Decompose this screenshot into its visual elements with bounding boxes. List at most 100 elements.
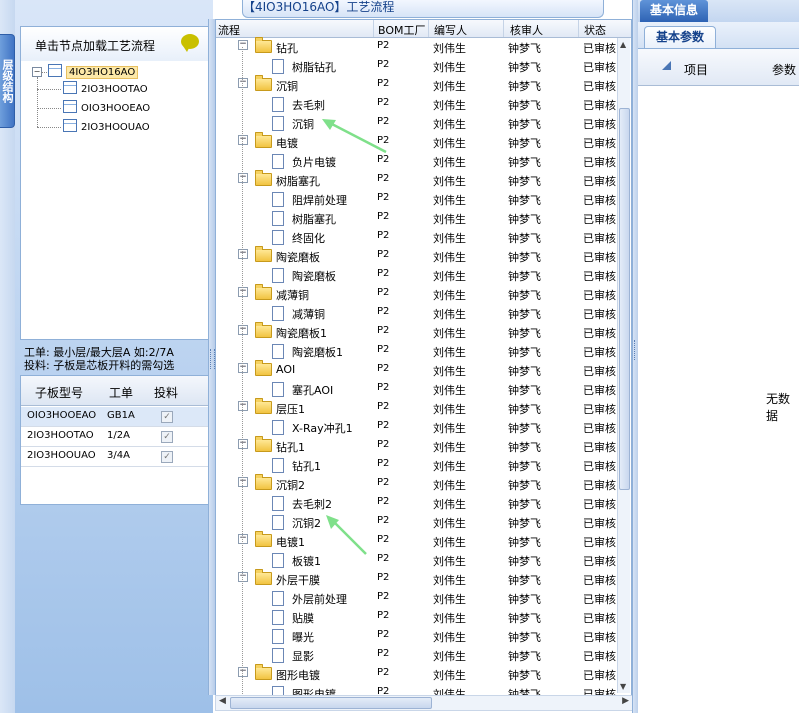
process-group-row[interactable]: − AOI P2 刘伟生 钟梦飞 已审核 — [216, 360, 619, 380]
horizontal-scrollbar[interactable]: ◀ ▶ — [215, 695, 633, 711]
tree-collapse-toggle[interactable]: − — [238, 667, 248, 677]
document-icon — [272, 515, 284, 530]
table-row[interactable]: 2IO3HOOTAO 1/2A ✓ — [21, 427, 210, 447]
col-feed[interactable]: 投料 — [154, 384, 178, 401]
tree-collapse-toggle[interactable]: − — [238, 401, 248, 411]
process-step-row[interactable]: 贴膜 P2 刘伟生 钟梦飞 已审核 — [216, 608, 619, 627]
table-row[interactable]: 2IO3HOOUAO 3/4A ✓ — [21, 447, 210, 467]
tree-collapse-toggle[interactable]: − — [238, 572, 248, 582]
tree-node-child[interactable]: OIO3HOOEAO — [63, 100, 150, 116]
process-group-row[interactable]: − 层压1 P2 刘伟生 钟梦飞 已审核 — [216, 398, 619, 418]
col-status[interactable]: 状态 — [584, 22, 606, 38]
tree-collapse-toggle[interactable]: − — [238, 363, 248, 373]
process-step-row[interactable]: 显影 P2 刘伟生 钟梦飞 已审核 — [216, 646, 619, 665]
scroll-down-icon[interactable]: ▼ — [620, 682, 626, 691]
process-group-row[interactable]: − 减薄铜 P2 刘伟生 钟梦飞 已审核 — [216, 284, 619, 304]
process-step-row[interactable]: 板镀1 P2 刘伟生 钟梦飞 已审核 — [216, 551, 619, 570]
process-step-row[interactable]: 沉铜 P2 刘伟生 钟梦飞 已审核 — [216, 114, 619, 133]
process-group-row[interactable]: − 树脂塞孔 P2 刘伟生 钟梦飞 已审核 — [216, 170, 619, 190]
process-group-row[interactable]: − 沉铜2 P2 刘伟生 钟梦飞 已审核 — [216, 474, 619, 494]
scroll-left-icon[interactable]: ◀ — [219, 696, 226, 706]
vertical-scrollbar[interactable]: ▲ ▼ — [617, 38, 630, 693]
tree-collapse-toggle[interactable]: − — [238, 439, 248, 449]
writer: 刘伟生 — [433, 137, 466, 150]
tree-collapse-toggle[interactable]: − — [238, 325, 248, 335]
status: 已审核 — [583, 403, 616, 416]
feed-checkbox[interactable]: ✓ — [161, 431, 173, 443]
process-step-row[interactable]: X-Ray冲孔1 P2 刘伟生 钟梦飞 已审核 — [216, 418, 619, 437]
reviewer: 钟梦飞 — [508, 251, 541, 264]
reviewer: 钟梦飞 — [508, 422, 541, 435]
table-row[interactable]: OIO3HOOEAO GB1A ✓ — [21, 407, 210, 427]
process-group-row[interactable]: − 钻孔 P2 刘伟生 钟梦飞 已审核 — [216, 37, 619, 57]
process-group-row[interactable]: − 陶瓷磨板1 P2 刘伟生 钟梦飞 已审核 — [216, 322, 619, 342]
bom-factory: P2 — [377, 306, 390, 317]
tree-collapse-toggle[interactable]: − — [238, 173, 248, 183]
tree-collapse-toggle[interactable]: − — [238, 287, 248, 297]
col-bom-factory[interactable]: BOM工厂 — [378, 22, 426, 38]
process-step-row[interactable]: 陶瓷磨板1 P2 刘伟生 钟梦飞 已审核 — [216, 342, 619, 361]
process-name: 树脂钻孔 — [292, 61, 336, 74]
tree-collapse-toggle[interactable]: − — [238, 534, 248, 544]
process-group-row[interactable]: − 电镀1 P2 刘伟生 钟梦飞 已审核 — [216, 531, 619, 551]
writer: 刘伟生 — [433, 346, 466, 359]
process-name: 板镀1 — [292, 555, 321, 568]
tab-basic-params[interactable]: 基本参数 — [644, 26, 716, 48]
bom-factory: P2 — [377, 268, 390, 279]
process-name: 减薄铜 — [276, 289, 309, 302]
scroll-thumb[interactable] — [619, 108, 630, 490]
process-group-row[interactable]: − 外层干膜 P2 刘伟生 钟梦飞 已审核 — [216, 569, 619, 589]
writer: 刘伟生 — [433, 650, 466, 663]
tab-hierarchy[interactable]: 层级结构 — [0, 34, 15, 128]
tree-node-root[interactable]: 4IO3HO16AO — [48, 64, 139, 80]
process-step-row[interactable]: 曝光 P2 刘伟生 钟梦飞 已审核 — [216, 627, 619, 646]
process-step-row[interactable]: 钻孔1 P2 刘伟生 钟梦飞 已审核 — [216, 456, 619, 475]
tree-node-child[interactable]: 2IO3HOOTAO — [63, 81, 148, 97]
document-icon — [272, 420, 284, 435]
tree-collapse-toggle[interactable]: − — [238, 477, 248, 487]
process-step-row[interactable]: 终固化 P2 刘伟生 钟梦飞 已审核 — [216, 228, 619, 247]
process-step-row[interactable]: 树脂钻孔 P2 刘伟生 钟梦飞 已审核 — [216, 57, 619, 76]
process-group-row[interactable]: − 电镀 P2 刘伟生 钟梦飞 已审核 — [216, 132, 619, 152]
tree-collapse-toggle[interactable]: − — [238, 135, 248, 145]
tree-collapse-toggle[interactable]: − — [238, 40, 248, 50]
h-scroll-thumb[interactable] — [230, 697, 432, 709]
process-step-row[interactable]: 外层前处理 P2 刘伟生 钟梦飞 已审核 — [216, 589, 619, 608]
process-step-row[interactable]: 陶瓷磨板 P2 刘伟生 钟梦飞 已审核 — [216, 266, 619, 285]
process-group-row[interactable]: − 沉铜 P2 刘伟生 钟梦飞 已审核 — [216, 75, 619, 95]
scroll-right-icon[interactable]: ▶ — [622, 696, 629, 706]
tree-collapse-toggle[interactable]: − — [238, 78, 248, 88]
status: 已审核 — [583, 669, 616, 682]
process-step-row[interactable]: 减薄铜 P2 刘伟生 钟梦飞 已审核 — [216, 304, 619, 323]
process-name: 电镀 — [276, 137, 298, 150]
reviewer: 钟梦飞 — [508, 441, 541, 454]
col-sub-board-model[interactable]: 子板型号 — [35, 384, 83, 401]
tree-collapse-toggle[interactable]: − — [238, 249, 248, 259]
board-icon — [63, 100, 77, 113]
process-step-row[interactable]: 去毛刺2 P2 刘伟生 钟梦飞 已审核 — [216, 494, 619, 513]
bom-factory: P2 — [377, 477, 390, 488]
process-step-row[interactable]: 去毛刺 P2 刘伟生 钟梦飞 已审核 — [216, 95, 619, 114]
tree-node-child[interactable]: 2IO3HOOUAO — [63, 119, 150, 135]
document-icon — [272, 306, 284, 321]
process-step-row[interactable]: 塞孔AOI P2 刘伟生 钟梦飞 已审核 — [216, 380, 619, 399]
board-icon — [63, 81, 77, 94]
col-work-order[interactable]: 工单 — [109, 384, 133, 401]
feed-checkbox[interactable]: ✓ — [161, 411, 173, 423]
col-reviewer[interactable]: 核审人 — [510, 22, 543, 38]
process-step-row[interactable]: 树脂塞孔 P2 刘伟生 钟梦飞 已审核 — [216, 209, 619, 228]
document-icon — [272, 496, 284, 511]
process-group-row[interactable]: − 图形电镀 P2 刘伟生 钟梦飞 已审核 — [216, 664, 619, 684]
col-flow[interactable]: 流程 — [218, 22, 240, 38]
process-group-row[interactable]: − 钻孔1 P2 刘伟生 钟梦飞 已审核 — [216, 436, 619, 456]
process-step-row[interactable]: 负片电镀 P2 刘伟生 钟梦飞 已审核 — [216, 152, 619, 171]
process-step-row[interactable]: 阻焊前处理 P2 刘伟生 钟梦飞 已审核 — [216, 190, 619, 209]
col-writer[interactable]: 编写人 — [434, 22, 467, 38]
col-param[interactable]: 参数 — [772, 61, 796, 78]
col-item[interactable]: 项目 — [684, 61, 708, 78]
feed-checkbox[interactable]: ✓ — [161, 451, 173, 463]
tab-basic-info[interactable]: 基本信息 — [640, 0, 708, 22]
process-step-row[interactable]: 沉铜2 P2 刘伟生 钟梦飞 已审核 — [216, 513, 619, 532]
process-group-row[interactable]: − 陶瓷磨板 P2 刘伟生 钟梦飞 已审核 — [216, 246, 619, 266]
scroll-up-icon[interactable]: ▲ — [620, 40, 626, 49]
